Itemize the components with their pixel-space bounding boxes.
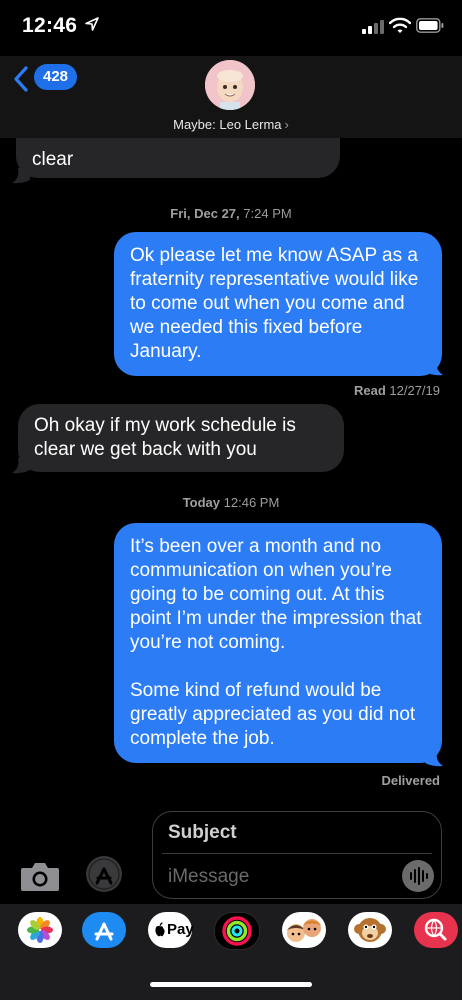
photos-flower-icon <box>27 917 53 943</box>
web-search-app-icon[interactable] <box>414 912 458 948</box>
message-paragraph: Some kind of refund would be greatly app… <box>130 680 416 749</box>
memoji-stickers-icon <box>287 919 321 942</box>
activity-rings-icon <box>222 916 252 946</box>
app-store-glyph-icon <box>94 922 114 941</box>
avatar[interactable] <box>205 60 255 110</box>
message-text: clear <box>32 149 74 170</box>
contact-name-label: Maybe: Leo Lerma <box>173 117 282 132</box>
outgoing-message-bubble[interactable]: Ok please let me know ASAP as a fraterni… <box>114 232 442 376</box>
waveform-icon <box>410 867 428 885</box>
timestamp-divider: Today 12:46 PM <box>0 495 462 510</box>
incoming-message-bubble[interactable]: clear <box>16 138 340 178</box>
incoming-message-bubble[interactable]: Oh okay if my work schedule is clear we … <box>18 404 344 472</box>
bubble-tail <box>425 751 443 767</box>
battery-icon <box>416 18 444 33</box>
memoji-face-icon <box>205 60 255 110</box>
timestamp-time: 7:24 PM <box>243 206 292 221</box>
composer-divider <box>162 853 432 854</box>
message-text: Ok please let me know ASAP as a fraterni… <box>130 245 419 362</box>
app-store-a-icon <box>88 858 120 890</box>
message-input[interactable]: iMessage <box>168 866 249 888</box>
magnifier-globe-icon <box>424 918 447 941</box>
message-paragraph: It’s been over a month and no communicat… <box>130 536 422 653</box>
bubble-tail <box>12 168 30 184</box>
audio-record-button[interactable] <box>402 860 434 892</box>
timestamp-day: Fri, Dec 27, <box>170 206 240 221</box>
timestamp-divider: Fri, Dec 27, 7:24 PM <box>0 206 462 221</box>
app-store-button[interactable] <box>86 856 122 892</box>
unread-count-badge: 428 <box>34 64 78 90</box>
chevron-right-icon: › <box>284 117 289 132</box>
apple-pay-label: Pay <box>167 921 194 938</box>
monkey-face-icon <box>354 918 386 942</box>
status-time: 12:46 <box>22 14 78 37</box>
animoji-app-icon[interactable] <box>348 912 392 948</box>
read-date: 12/27/19 <box>389 383 440 398</box>
location-arrow-icon <box>85 17 99 31</box>
delivered-label: Delivered <box>381 773 440 788</box>
app-store-app-icon[interactable] <box>82 912 126 948</box>
photos-app-icon[interactable] <box>18 912 62 948</box>
delivered-receipt: Delivered <box>381 773 440 788</box>
contact-name[interactable]: Maybe: Leo Lerma › <box>0 117 462 132</box>
read-label: Read <box>353 383 386 398</box>
read-receipt: Read 12/27/19 <box>354 383 440 398</box>
timestamp-time: 12:46 PM <box>223 495 280 510</box>
memoji-app-icon[interactable] <box>282 912 326 948</box>
home-indicator[interactable] <box>150 982 312 987</box>
outgoing-message-bubble[interactable]: It’s been over a month and no communicat… <box>114 523 442 763</box>
subject-field[interactable]: Subject <box>168 822 237 844</box>
bubble-tail <box>12 458 30 474</box>
chevron-left-icon <box>14 66 28 92</box>
camera-icon[interactable] <box>20 860 60 892</box>
bubble-tail <box>425 360 443 376</box>
activity-app-icon[interactable] <box>214 912 260 950</box>
signal-bars-icon <box>362 20 384 34</box>
message-text: Oh okay if my work schedule is clear we … <box>34 415 296 460</box>
wifi-icon <box>389 17 411 33</box>
timestamp-day: Today <box>182 495 221 510</box>
apple-pay-app-icon[interactable]: Pay <box>148 912 194 948</box>
